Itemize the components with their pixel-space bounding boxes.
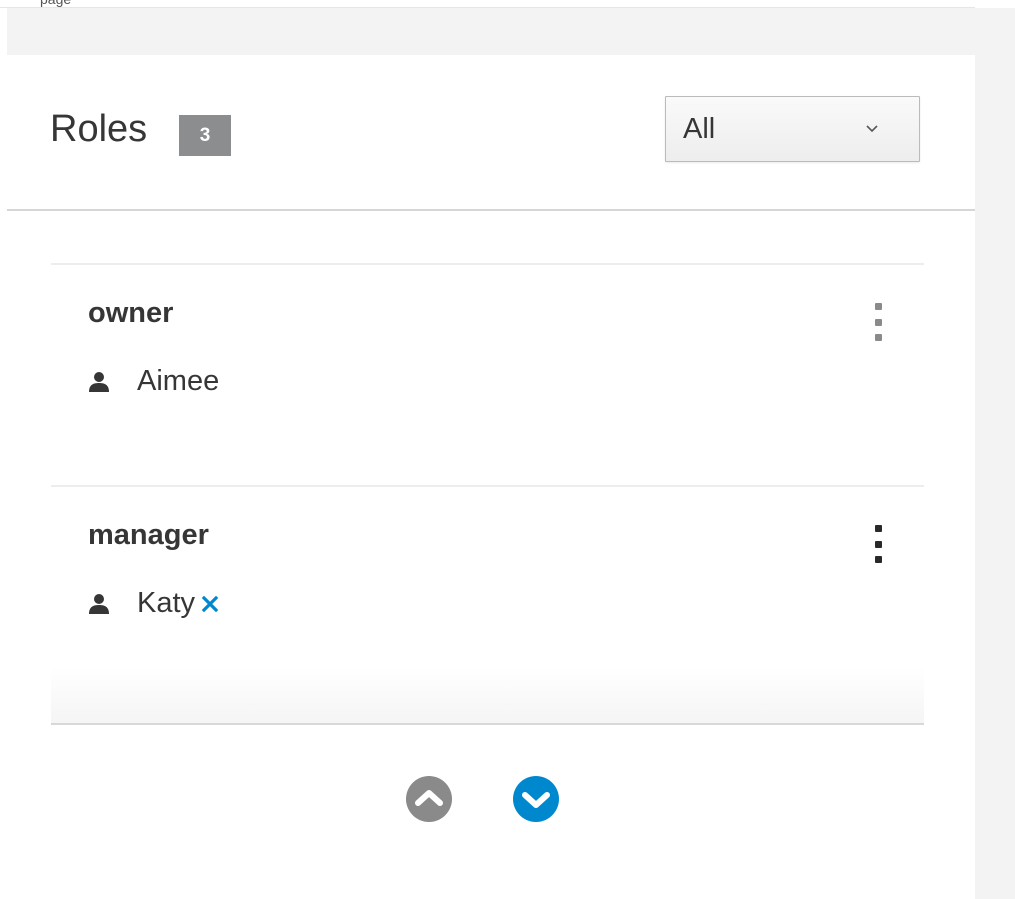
page-right-strip [975, 8, 1015, 899]
roles-header: Roles 3 All [7, 55, 975, 211]
next-page-button[interactable] [512, 775, 560, 823]
cut-off-text: page [40, 0, 71, 7]
role-filter-dropdown[interactable]: All [665, 96, 920, 162]
role-item-manager: manager Katy [51, 487, 924, 725]
role-name: manager [88, 519, 209, 551]
user-icon [89, 371, 109, 392]
chevron-down-circle-icon [513, 776, 559, 822]
roles-count-badge: 3 [179, 115, 231, 156]
kebab-menu-icon[interactable] [871, 303, 885, 341]
chevron-up-circle-icon [406, 776, 452, 822]
roles-panel: Roles 3 All owner Aimee manager Katy [7, 55, 975, 899]
chevron-down-icon [866, 125, 878, 133]
role-member: Aimee [88, 365, 219, 398]
page-title: Roles [50, 108, 148, 150]
member-name: Katy [137, 587, 196, 619]
role-name: owner [88, 297, 174, 329]
kebab-menu-icon[interactable] [871, 525, 885, 563]
page-top-strip: page [0, 0, 975, 8]
member-name: Aimee [137, 365, 220, 397]
page-gray-band [7, 8, 975, 55]
close-icon[interactable] [200, 594, 220, 614]
role-item-owner: owner Aimee [51, 265, 924, 487]
role-filter-value: All [683, 113, 716, 145]
user-icon [89, 593, 109, 614]
role-member: Katy [88, 587, 220, 620]
previous-page-button[interactable] [405, 775, 453, 823]
roles-list: owner Aimee manager Katy [51, 263, 924, 725]
